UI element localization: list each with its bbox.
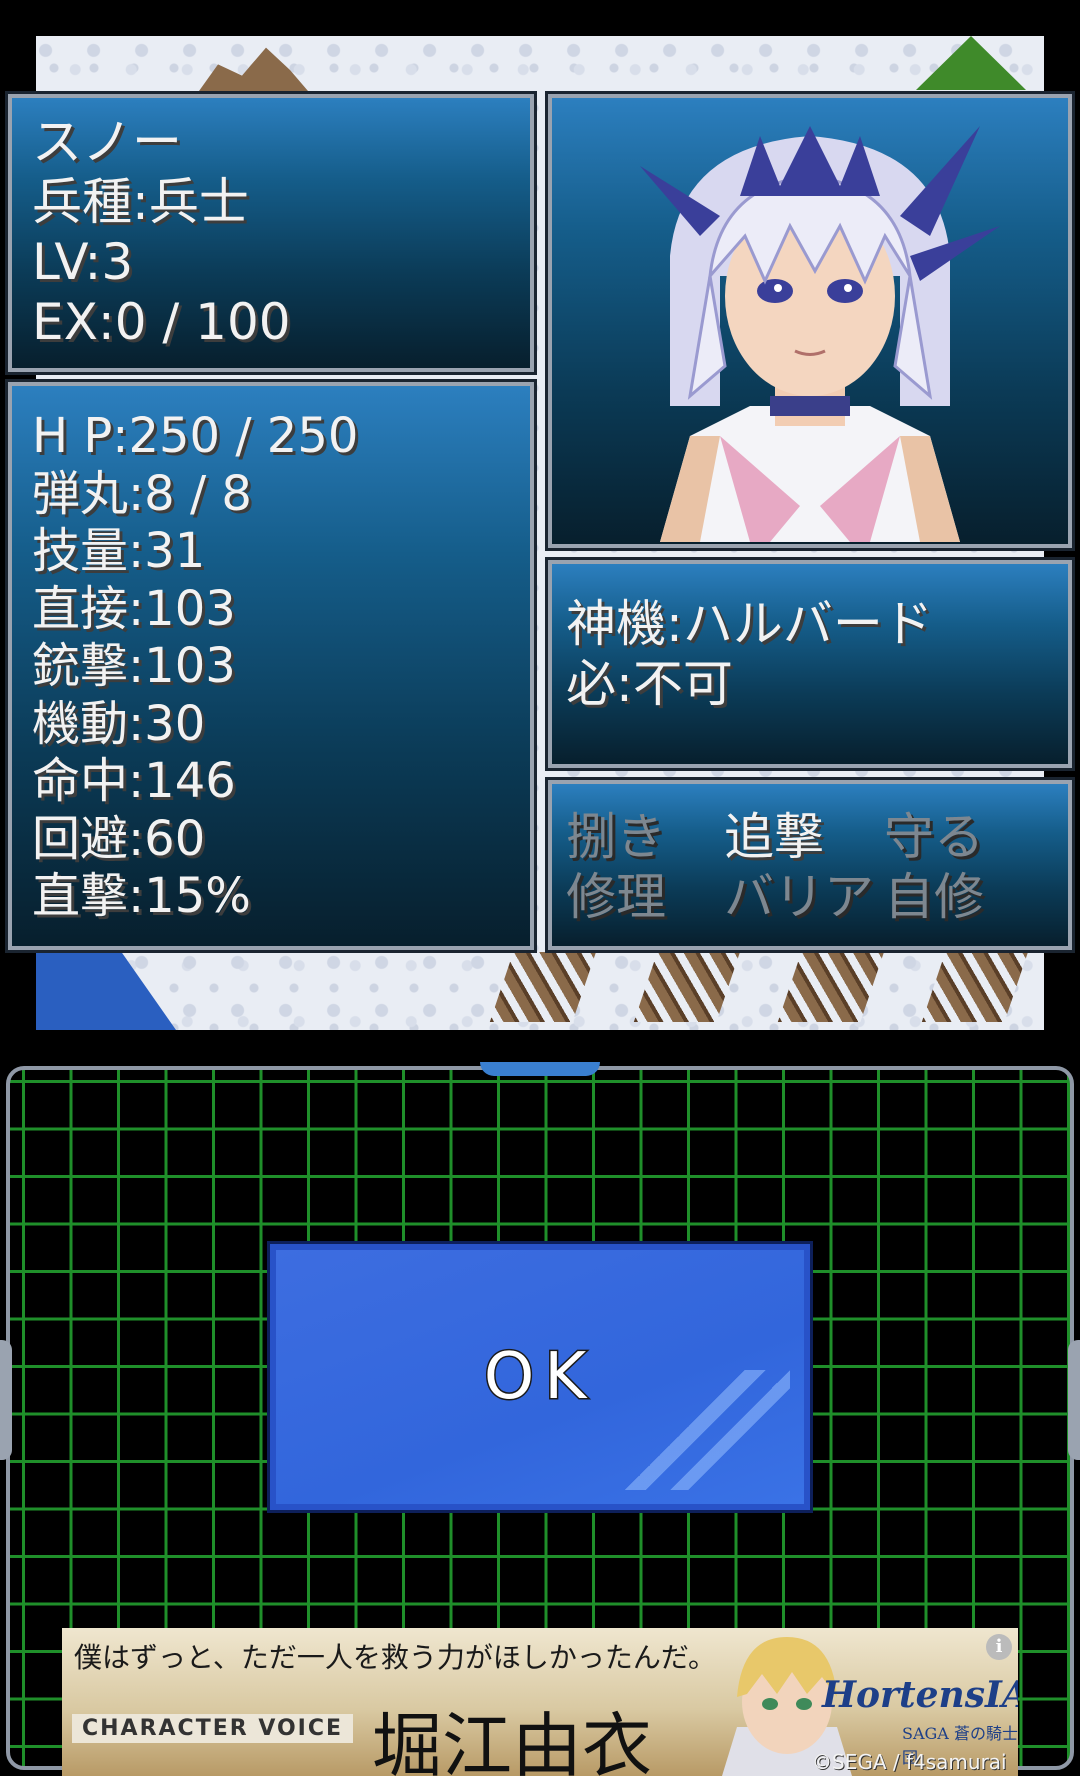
character-portrait-panel (545, 91, 1075, 551)
ad-game-logo: HortensIA (822, 1674, 1018, 1716)
skill-parry: 捌き (566, 808, 666, 866)
unit-class: 兵種:兵士 (32, 173, 249, 231)
ad-banner[interactable]: 僕はずっと、ただ一人を救う力がほしかったんだ。 CHARACTER VOICE … (62, 1628, 1018, 1776)
stat-melee: 直接:103 (32, 580, 236, 637)
ad-copyright: ©SEGA / f4samurai (812, 1750, 1007, 1774)
skill-guard: 守る (884, 808, 984, 866)
skill-pursuit: 追撃 (724, 808, 824, 866)
stat-evasion: 回避:60 (32, 810, 206, 867)
left-side-tab (0, 1340, 12, 1460)
info-icon[interactable]: i (986, 1634, 1012, 1660)
weapon-special: 必:不可 (566, 655, 733, 713)
unit-experience: EX:0 / 100 (32, 293, 291, 351)
weapon-name: 神機:ハルバード (566, 595, 933, 653)
skill-repair: 修理 (566, 868, 666, 926)
weapon-info-panel: 神機:ハルバード 必:不可 (545, 557, 1075, 771)
right-side-tab (1068, 1340, 1080, 1460)
unit-stats-panel: H P:250 / 250 弾丸:8 / 8 技量:31 直接:103 銃撃:1… (5, 379, 537, 953)
stat-accuracy: 命中:146 (32, 753, 236, 809)
stat-skill: 技量:31 (32, 523, 206, 579)
ad-character-voice-label: CHARACTER VOICE (72, 1714, 354, 1743)
ad-headline: 僕はずっと、ただ一人を救う力がほしかったんだ。 (74, 1641, 717, 1674)
unit-level: LV:3 (32, 233, 134, 291)
ok-button-label: OK (482, 1339, 597, 1416)
stat-mobility: 機動:30 (32, 695, 206, 752)
skill-self-repair: 自修 (884, 868, 984, 926)
stat-shooting: 銃撃:103 (32, 638, 236, 694)
skills-panel: 捌き 追撃 守る 修理 バリア 自修 (545, 777, 1075, 953)
stat-hp: H P:250 / 250 (32, 408, 359, 464)
stat-critical: 直撃:15% (32, 868, 251, 924)
ad-voice-actor: 堀江由衣 (372, 1705, 652, 1776)
unit-info-panel: スノー 兵種:兵士 LV:3 EX:0 / 100 (5, 91, 537, 375)
unit-name: スノー (32, 113, 182, 171)
character-portrait (640, 126, 1000, 542)
skill-barrier: バリア (724, 868, 874, 926)
ok-button[interactable]: OK (267, 1241, 813, 1513)
stat-ammo: 弾丸:8 / 8 (32, 465, 252, 522)
screen-notch (480, 1062, 600, 1076)
